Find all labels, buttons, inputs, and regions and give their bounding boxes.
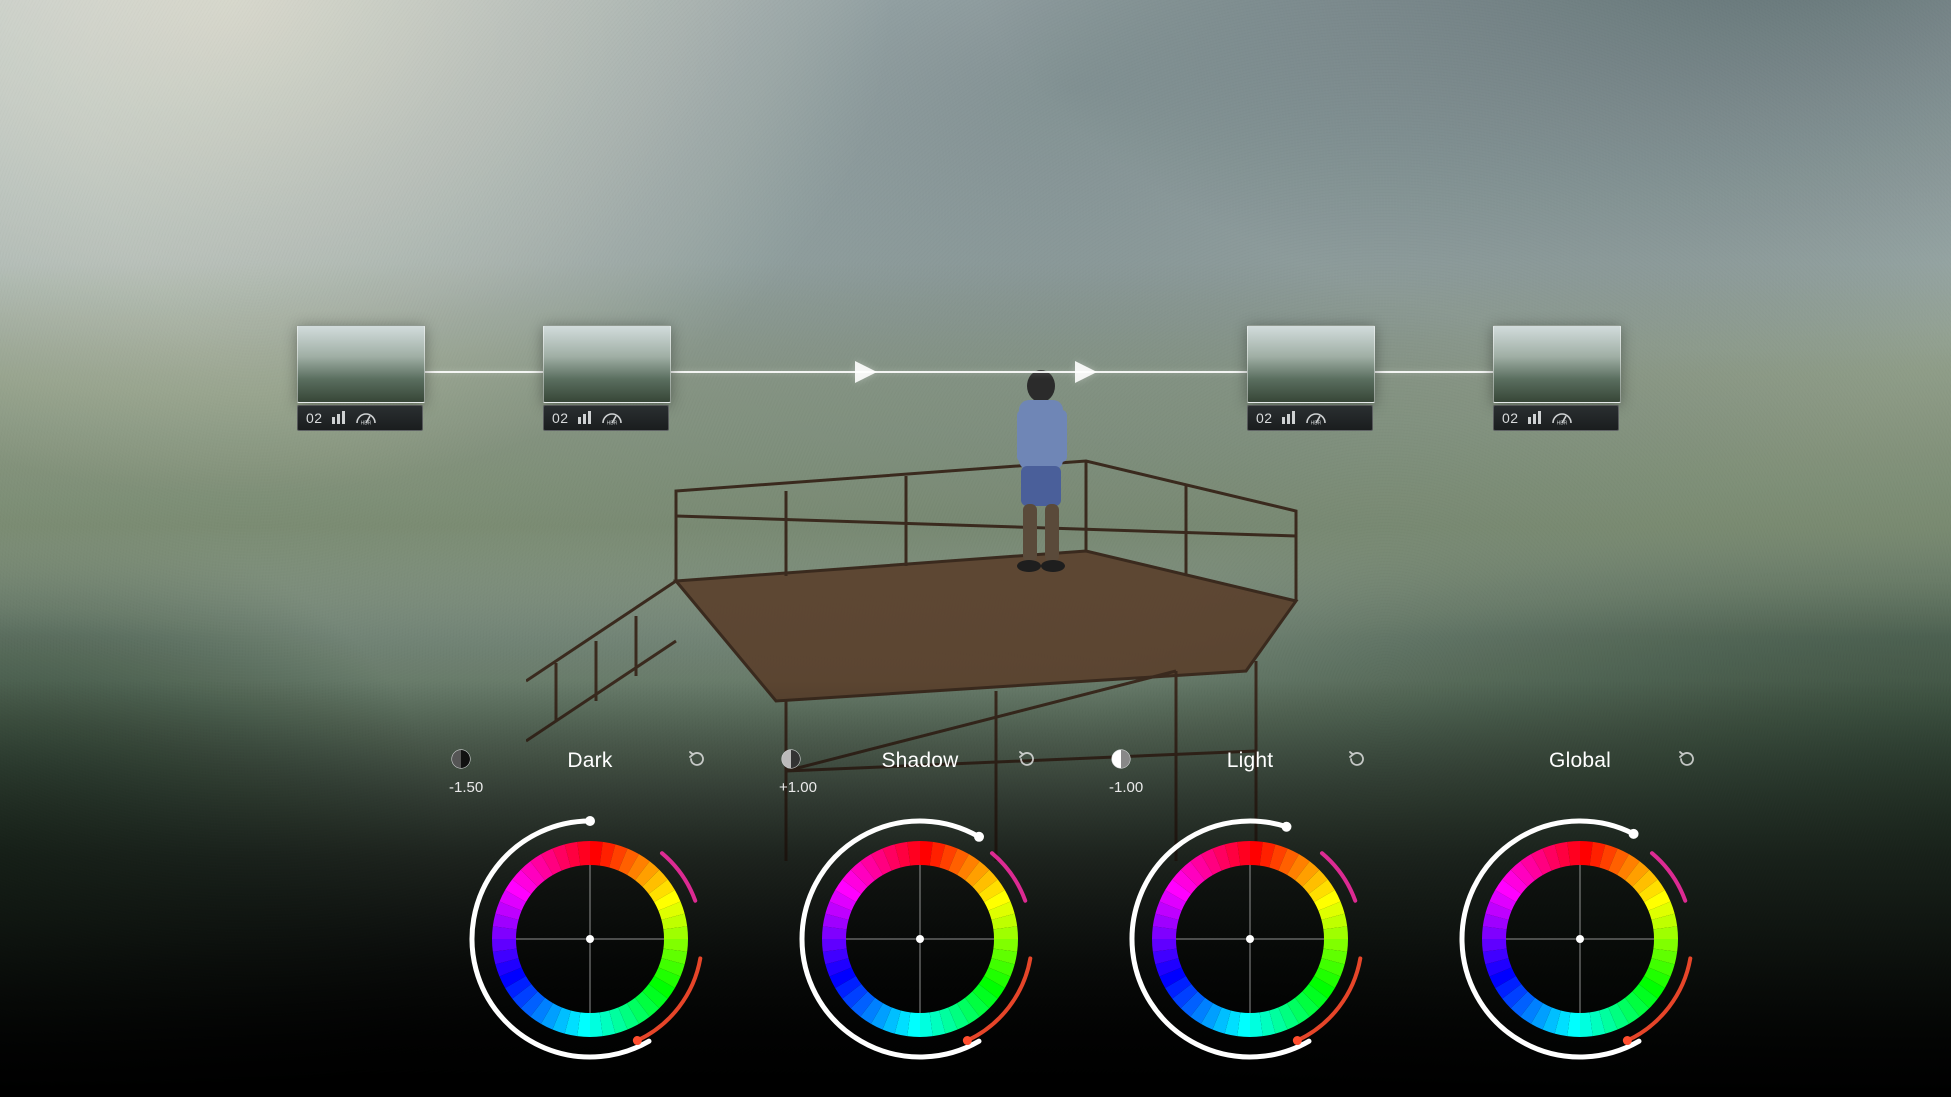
hdr-color-wheels-panel: Dark -1.50 xyxy=(445,747,1725,1069)
bars-icon xyxy=(577,411,593,425)
bars-icon xyxy=(331,411,347,425)
color-wheel[interactable] xyxy=(790,809,1050,1069)
exposure-arc-handle-icon[interactable] xyxy=(1281,822,1291,832)
hdr-gauge-icon: HDR xyxy=(1551,411,1573,425)
wheel-center-indicator-icon[interactable] xyxy=(1246,935,1254,943)
node-thumbnail[interactable] xyxy=(543,325,671,403)
svg-text:HDR: HDR xyxy=(606,421,617,426)
color-wheel-light: Light -1.00 xyxy=(1105,747,1395,1069)
wheel-header: Light xyxy=(1105,747,1395,775)
bars-icon xyxy=(1527,411,1543,425)
color-wheel-shadow: Shadow +1.00 xyxy=(775,747,1065,1069)
exposure-arc-handle-icon[interactable] xyxy=(974,832,984,842)
reset-icon[interactable] xyxy=(1017,749,1037,775)
reset-icon[interactable] xyxy=(687,749,707,775)
color-node[interactable]: 02 HDR xyxy=(1247,325,1373,431)
node-footer: 02 HDR xyxy=(1493,405,1619,431)
exposure-arc-handle-icon[interactable] xyxy=(1629,829,1639,839)
node-thumbnail[interactable] xyxy=(1493,325,1621,403)
wheel-center-indicator-icon[interactable] xyxy=(1576,935,1584,943)
node-footer: 02 HDR xyxy=(297,405,423,431)
zone-value: -1.50 xyxy=(441,779,739,799)
zone-dark-icon[interactable] xyxy=(451,749,471,775)
zone-value: +1.00 xyxy=(771,779,1069,799)
node-index-label: 02 xyxy=(306,410,323,426)
hdr-gauge-icon: HDR xyxy=(601,411,623,425)
wheel-header: Shadow xyxy=(775,747,1065,775)
node-footer: 02 HDR xyxy=(1247,405,1373,431)
zone-label: Dark xyxy=(567,749,612,773)
zone-label: Global xyxy=(1549,749,1611,773)
node-thumbnail[interactable] xyxy=(297,325,425,403)
saturation-arc-handle-icon[interactable] xyxy=(1623,1036,1632,1045)
color-wheel-global: Global xyxy=(1435,747,1725,1069)
bars-icon xyxy=(1281,411,1297,425)
zone-value xyxy=(1431,779,1729,799)
wheel-header: Dark xyxy=(445,747,735,775)
color-wheel-dark: Dark -1.50 xyxy=(445,747,735,1069)
node-footer: 02 HDR xyxy=(543,405,669,431)
node-index-label: 02 xyxy=(552,410,569,426)
wheel-center-indicator-icon[interactable] xyxy=(586,935,594,943)
color-wheel[interactable] xyxy=(460,809,720,1069)
zone-light-icon[interactable] xyxy=(1111,749,1131,775)
svg-text:HDR: HDR xyxy=(360,421,371,426)
color-node[interactable]: 02 HDR xyxy=(1493,325,1619,431)
hdr-gauge-icon: HDR xyxy=(355,411,377,425)
zone-label: Shadow xyxy=(881,749,958,773)
color-wheel[interactable] xyxy=(1450,809,1710,1069)
node-index-label: 02 xyxy=(1256,410,1273,426)
wheel-center-indicator-icon[interactable] xyxy=(916,935,924,943)
saturation-arc-handle-icon[interactable] xyxy=(1293,1036,1302,1045)
node-thumbnail[interactable] xyxy=(1247,325,1375,403)
zone-label: Light xyxy=(1227,749,1274,773)
color-node[interactable]: 02 HDR xyxy=(297,325,423,431)
reset-icon[interactable] xyxy=(1677,749,1697,775)
color-wheel[interactable] xyxy=(1120,809,1380,1069)
node-index-label: 02 xyxy=(1502,410,1519,426)
saturation-arc-handle-icon[interactable] xyxy=(963,1036,972,1045)
reset-icon[interactable] xyxy=(1347,749,1367,775)
exposure-arc-handle-icon[interactable] xyxy=(585,816,595,826)
color-node[interactable]: 02 HDR xyxy=(543,325,669,431)
svg-text:HDR: HDR xyxy=(1556,421,1567,426)
hdr-gauge-icon: HDR xyxy=(1305,411,1327,425)
wheel-header: Global xyxy=(1435,747,1725,775)
zone-value: -1.00 xyxy=(1101,779,1399,799)
svg-text:HDR: HDR xyxy=(1310,421,1321,426)
zone-shadow-icon[interactable] xyxy=(781,749,801,775)
saturation-arc-handle-icon[interactable] xyxy=(633,1036,642,1045)
